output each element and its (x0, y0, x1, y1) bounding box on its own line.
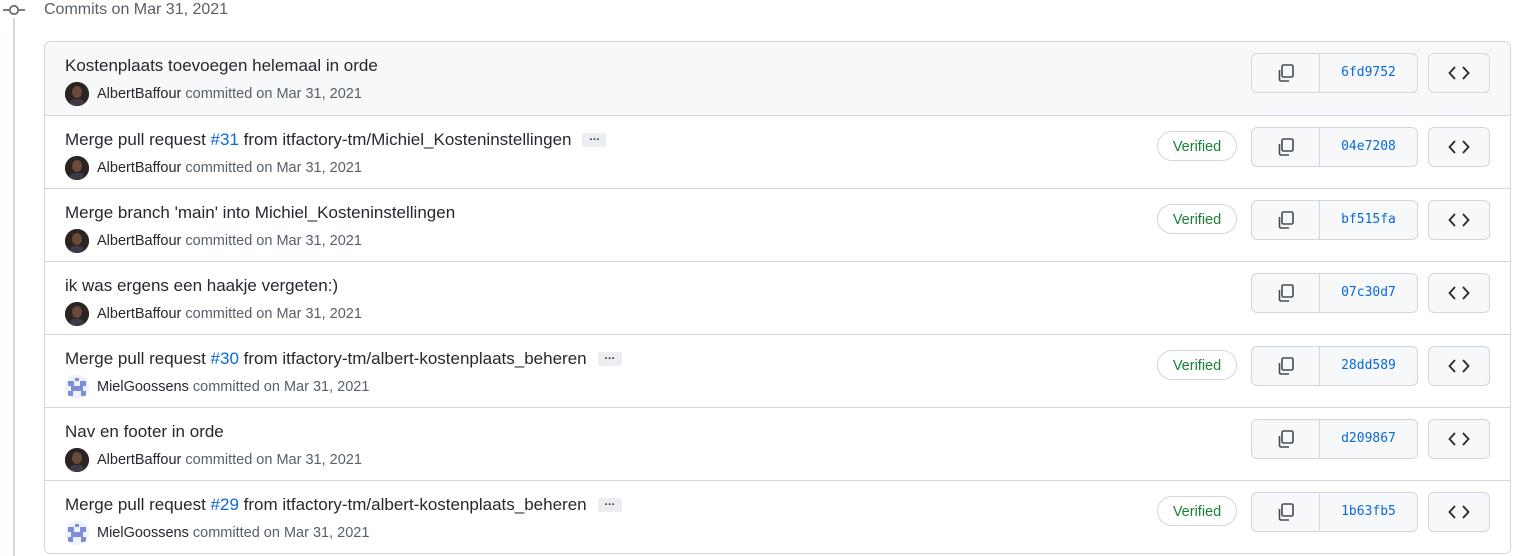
commit-sha-link[interactable]: 28dd589 (1320, 347, 1417, 385)
commit-list: Kostenplaats toevoegen helemaal in orde A… (44, 41, 1511, 554)
commit-message[interactable]: Merge pull request (65, 348, 211, 370)
sha-button-group: bf515fa (1251, 200, 1418, 240)
ellipsis-icon[interactable]: … (597, 351, 622, 366)
avatar[interactable] (65, 521, 89, 545)
commit-sha-link[interactable]: d209867 (1320, 420, 1417, 458)
ellipsis-icon[interactable]: … (582, 132, 607, 147)
committed-date: committed on Mar 31, 2021 (185, 306, 362, 322)
commit-author-link[interactable]: AlbertBaffour (97, 158, 181, 178)
avatar[interactable] (65, 229, 89, 253)
committed-date: committed on Mar 31, 2021 (185, 452, 362, 468)
verified-badge[interactable]: Verified (1157, 350, 1237, 380)
commit-author-link[interactable]: AlbertBaffour (97, 231, 181, 251)
sha-button-group: 07c30d7 (1251, 273, 1418, 313)
copy-icon[interactable] (1252, 201, 1320, 239)
commit-message-suffix[interactable]: from itfactory-tm/albert-kostenplaats_be… (239, 348, 587, 370)
code-icon[interactable] (1428, 492, 1490, 532)
committed-date: committed on Mar 31, 2021 (185, 86, 362, 102)
copy-icon[interactable] (1252, 128, 1320, 166)
code-icon[interactable] (1428, 419, 1490, 459)
commit-row: Merge pull request #31 from itfactory-tm… (45, 115, 1510, 188)
commit-message[interactable]: ik was ergens een haakje vergeten:) (65, 275, 338, 297)
verified-badge[interactable]: Verified (1157, 204, 1237, 234)
commit-meta: AlbertBaffour committed on Mar 31, 2021 (65, 229, 362, 253)
sha-button-group: 04e7208 (1251, 127, 1418, 167)
avatar[interactable] (65, 375, 89, 399)
commit-title[interactable]: Merge pull request #29 from itfactory-tm… (65, 494, 622, 516)
code-icon[interactable] (1428, 346, 1490, 386)
commit-author-link[interactable]: AlbertBaffour (97, 304, 181, 324)
commit-meta: AlbertBaffour committed on Mar 31, 2021 (65, 448, 362, 472)
commits-timeline: Commits on Mar 31, 2021 Kostenplaats toe… (0, 0, 1517, 556)
copy-icon[interactable] (1252, 493, 1320, 531)
commit-row: Kostenplaats toevoegen helemaal in orde A… (45, 42, 1510, 115)
commit-meta: AlbertBaffour committed on Mar 31, 2021 (65, 302, 362, 326)
commit-author-link[interactable]: MielGoossens (97, 523, 189, 543)
code-icon[interactable] (1428, 53, 1490, 93)
commit-sha-link[interactable]: bf515fa (1320, 201, 1417, 239)
committed-date: committed on Mar 31, 2021 (185, 233, 362, 249)
copy-icon[interactable] (1252, 274, 1320, 312)
commit-meta: AlbertBaffour committed on Mar 31, 2021 (65, 156, 362, 180)
committed-date: committed on Mar 31, 2021 (185, 160, 362, 176)
commit-title[interactable]: Nav en footer in orde (65, 421, 224, 443)
commit-title[interactable]: Merge pull request #31 from itfactory-tm… (65, 129, 607, 151)
commit-group-title: Commits on Mar 31, 2021 (44, 1, 229, 18)
avatar[interactable] (65, 82, 89, 106)
sha-button-group: 28dd589 (1251, 346, 1418, 386)
commit-title[interactable]: Kostenplaats toevoegen helemaal in orde (65, 55, 378, 77)
commit-meta: MielGoossens committed on Mar 31, 2021 (65, 375, 369, 399)
avatar[interactable] (65, 156, 89, 180)
code-icon[interactable] (1428, 127, 1490, 167)
committed-date: committed on Mar 31, 2021 (192, 525, 370, 541)
commit-sha-link[interactable]: 6fd9752 (1320, 54, 1417, 92)
copy-icon[interactable] (1252, 420, 1320, 458)
commit-title[interactable]: ik was ergens een haakje vergeten:) (65, 275, 338, 297)
commit-author-link[interactable]: AlbertBaffour (97, 84, 181, 104)
commit-sha-link[interactable]: 1b63fb5 (1320, 493, 1417, 531)
commit-author-link[interactable]: AlbertBaffour (97, 450, 181, 470)
commit-row: Merge pull request #29 from itfactory-tm… (45, 480, 1510, 553)
sha-button-group: 6fd9752 (1251, 53, 1418, 93)
commit-message[interactable]: Nav en footer in orde (65, 421, 224, 443)
commit-author-link[interactable]: MielGoossens (97, 377, 189, 397)
commit-row: ik was ergens een haakje vergeten:) Alber… (45, 261, 1510, 334)
pull-request-link[interactable]: #29 (211, 494, 239, 516)
timeline-line (13, 14, 15, 556)
verified-badge[interactable]: Verified (1157, 131, 1237, 161)
verified-badge[interactable]: Verified (1157, 496, 1237, 526)
pull-request-link[interactable]: #31 (211, 129, 239, 151)
commit-message[interactable]: Merge pull request (65, 129, 211, 151)
code-icon[interactable] (1428, 200, 1490, 240)
commit-row: Merge pull request #30 from itfactory-tm… (45, 334, 1510, 407)
commit-meta: AlbertBaffour committed on Mar 31, 2021 (65, 82, 362, 106)
commit-row: Merge branch 'main' into Michiel_Kosteni… (45, 188, 1510, 261)
committed-date: committed on Mar 31, 2021 (192, 379, 370, 395)
code-icon[interactable] (1428, 273, 1490, 313)
pull-request-link[interactable]: #30 (211, 348, 239, 370)
commit-row: Nav en footer in orde AlbertBaffour commit… (45, 407, 1510, 480)
commit-message[interactable]: Kostenplaats toevoegen helemaal in orde (65, 55, 378, 77)
copy-icon[interactable] (1252, 347, 1320, 385)
commit-title[interactable]: Merge branch 'main' into Michiel_Kosteni… (65, 202, 455, 224)
copy-icon[interactable] (1252, 54, 1320, 92)
commit-sha-link[interactable]: 07c30d7 (1320, 274, 1417, 312)
ellipsis-icon[interactable]: … (597, 497, 622, 512)
commit-message-suffix[interactable]: from itfactory-tm/albert-kostenplaats_be… (239, 494, 587, 516)
avatar[interactable] (65, 448, 89, 472)
commit-message[interactable]: Merge branch 'main' into Michiel_Kosteni… (65, 202, 455, 224)
commit-title[interactable]: Merge pull request #30 from itfactory-tm… (65, 348, 622, 370)
commit-meta: MielGoossens committed on Mar 31, 2021 (65, 521, 369, 545)
git-commit-icon (3, 2, 25, 18)
sha-button-group: d209867 (1251, 419, 1418, 459)
avatar[interactable] (65, 302, 89, 326)
commit-message-suffix[interactable]: from itfactory-tm/Michiel_Kosteninstelli… (239, 129, 572, 151)
commit-message[interactable]: Merge pull request (65, 494, 211, 516)
sha-button-group: 1b63fb5 (1251, 492, 1418, 532)
commit-sha-link[interactable]: 04e7208 (1320, 128, 1417, 166)
